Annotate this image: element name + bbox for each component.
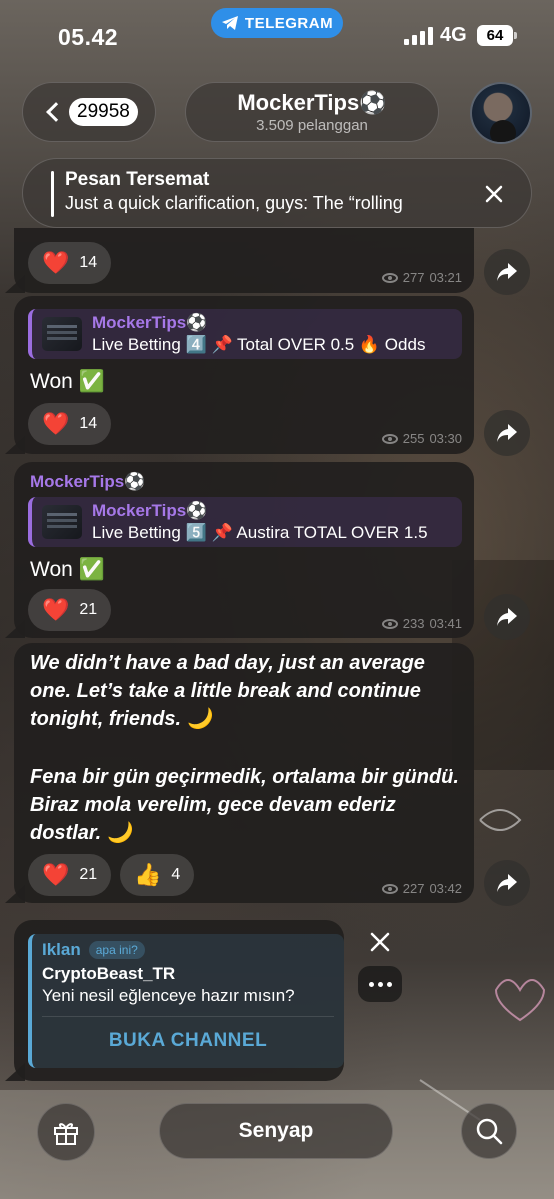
mute-button[interactable]: Senyap — [159, 1103, 393, 1159]
ad-more-button[interactable] — [358, 966, 402, 1002]
close-icon — [370, 932, 390, 952]
heart-emoji: ❤️ — [42, 597, 70, 622]
eye-icon — [381, 272, 398, 283]
subscriber-count: 3.509 pelanggan — [256, 117, 368, 134]
message-text-tr: Fena bir gün geçirmedik, ortalama bir gü… — [30, 766, 459, 844]
thumbs-up-emoji: 👍 — [134, 862, 162, 887]
message-meta: 227 03:42 — [381, 881, 462, 896]
reaction-count: 4 — [171, 866, 181, 883]
ad-label: Iklan apa ini? — [42, 940, 145, 960]
message-meta: 255 03:30 — [381, 431, 462, 446]
pinned-text: Just a quick clarification, guys: The “r… — [65, 193, 403, 213]
reaction-heart[interactable]: ❤️ 21 — [28, 854, 112, 896]
message-time: 03:21 — [429, 270, 462, 285]
ad-close-button[interactable] — [358, 920, 402, 964]
more-dot — [377, 981, 383, 987]
heart-emoji: ❤️ — [42, 250, 70, 275]
message-text: Won ✅ — [30, 370, 105, 393]
reaction-count: 21 — [79, 601, 98, 618]
ad-card[interactable]: Iklan apa ini? CryptoBeast_TR Yeni nesil… — [28, 934, 344, 1068]
message-bubble[interactable]: MockerTips⚽️ Live Betting 4️⃣ 📌 Total OV… — [14, 296, 474, 454]
view-count: 233 — [402, 616, 425, 631]
message-time: 03:30 — [429, 431, 462, 446]
reaction-heart[interactable]: ❤️ 14 — [28, 403, 112, 445]
message-meta: 233 03:41 — [381, 616, 462, 631]
view-count: 255 — [402, 431, 425, 446]
close-icon[interactable] — [483, 183, 505, 205]
reply-preview[interactable]: MockerTips⚽️ Live Betting 5️⃣ 📌 Austira … — [28, 497, 462, 547]
heart-emoji: ❤️ — [42, 411, 70, 436]
eye-icon — [381, 433, 398, 444]
message-bubble[interactable]: We didn’t have a bad day, just an averag… — [14, 643, 474, 903]
reaction-heart[interactable]: ❤️ 14 — [28, 242, 112, 284]
share-icon — [497, 608, 517, 626]
search-icon — [476, 1118, 503, 1145]
pinned-message-bar[interactable]: Pesan Tersemat Just a quick clarificatio… — [22, 158, 532, 228]
ad-info-link[interactable]: apa ini? — [88, 941, 145, 959]
back-button[interactable]: 29958 — [22, 82, 156, 142]
chevron-left-icon — [46, 102, 66, 122]
pinned-title: Pesan Tersemat — [65, 169, 210, 190]
more-dot — [368, 981, 374, 987]
ad-channel-name: CryptoBeast_TR — [42, 964, 176, 983]
share-button[interactable] — [484, 594, 530, 640]
share-button[interactable] — [484, 860, 530, 906]
message-meta: 277 03:21 — [381, 270, 462, 285]
ad-divider — [42, 1016, 334, 1017]
telegram-plane-icon — [221, 16, 238, 30]
unread-count-badge: 29958 — [69, 98, 138, 126]
share-icon — [497, 874, 517, 892]
message-text: Won ✅ — [30, 558, 105, 581]
reply-text: Live Betting 4️⃣ 📌 Total OVER 0.5 🔥 Odds — [92, 335, 426, 354]
return-to-telegram-pill[interactable]: TELEGRAM — [211, 8, 343, 38]
open-channel-button[interactable]: BUKA CHANNEL — [32, 1030, 344, 1052]
cellular-signal-icon — [404, 27, 433, 45]
message-text-en: We didn’t have a bad day, just an averag… — [30, 652, 425, 730]
gift-icon — [54, 1123, 78, 1145]
message-bubble[interactable]: ❤️ 14 277 03:21 — [14, 228, 474, 293]
reply-preview[interactable]: MockerTips⚽️ Live Betting 4️⃣ 📌 Total OV… — [28, 309, 462, 359]
message-time: 03:42 — [429, 881, 462, 896]
heart-emoji: ❤️ — [42, 862, 70, 887]
view-count: 227 — [402, 881, 425, 896]
ad-label-text: Iklan — [42, 940, 81, 959]
reply-thumbnail — [42, 505, 82, 539]
gift-button[interactable] — [37, 1103, 95, 1161]
share-button[interactable] — [484, 249, 530, 295]
sponsored-message[interactable]: Iklan apa ini? CryptoBeast_TR Yeni nesil… — [14, 920, 344, 1081]
channel-header[interactable]: MockerTips⚽️ 3.509 pelanggan — [185, 82, 439, 142]
share-icon — [497, 263, 517, 281]
share-icon — [497, 424, 517, 442]
eye-icon — [381, 618, 398, 629]
forward-author: MockerTips⚽️ — [30, 472, 146, 491]
reply-text: Live Betting 5️⃣ 📌 Austira TOTAL OVER 1.… — [92, 523, 428, 542]
reaction-heart[interactable]: ❤️ 21 — [28, 589, 112, 631]
ad-text: Yeni nesil eğlenceye hazır mısın? — [42, 986, 295, 1005]
reply-thumbnail — [42, 317, 82, 351]
status-bar: 05.42 TELEGRAM 4G 64 — [0, 0, 554, 72]
reaction-thumbs-up[interactable]: 👍 4 — [120, 854, 195, 896]
reply-author: MockerTips⚽️ — [92, 313, 208, 332]
reaction-count: 14 — [79, 415, 98, 432]
reply-author: MockerTips⚽️ — [92, 501, 208, 520]
reaction-count: 21 — [79, 866, 98, 883]
battery-indicator: 64 — [477, 25, 517, 46]
return-pill-label: TELEGRAM — [244, 14, 334, 32]
search-button[interactable] — [461, 1103, 517, 1159]
status-time: 05.42 — [58, 24, 119, 50]
channel-title: MockerTips⚽️ — [237, 90, 387, 115]
message-time: 03:41 — [429, 616, 462, 631]
eye-icon — [381, 883, 398, 894]
view-count: 277 — [402, 270, 425, 285]
share-button[interactable] — [484, 410, 530, 456]
network-type: 4G — [440, 24, 467, 46]
more-dot — [386, 981, 392, 987]
reaction-count: 14 — [79, 254, 98, 271]
message-bubble[interactable]: MockerTips⚽️ MockerTips⚽️ Live Betting 5… — [14, 462, 474, 638]
channel-avatar[interactable] — [470, 82, 532, 144]
